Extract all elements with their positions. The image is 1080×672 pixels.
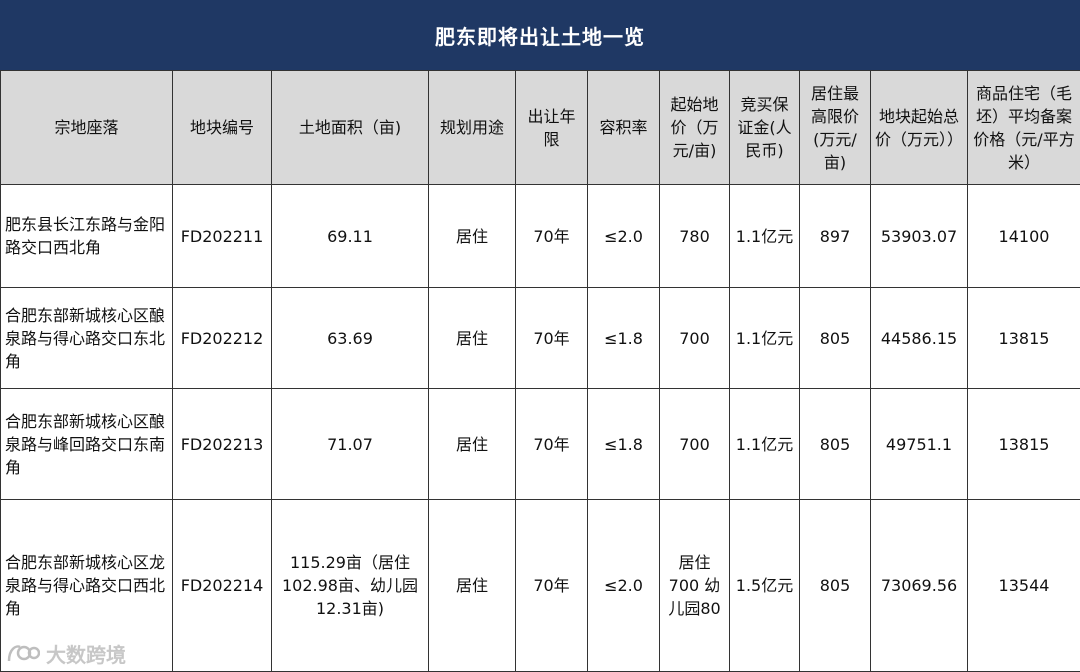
cell-code: FD202212 [172, 287, 272, 389]
cell-max-price: 897 [799, 184, 871, 288]
cell-use: 居住 [428, 388, 516, 500]
cell-area: 115.29亩（居住102.98亩、幼儿园12.31亩) [271, 499, 429, 672]
cell-deposit: 1.1亿元 [729, 388, 800, 500]
cell-far: ≤2.0 [587, 499, 660, 672]
cell-avg-price: 13815 [967, 388, 1080, 500]
cell-total-price: 73069.56 [870, 499, 968, 672]
cell-term: 70年 [515, 388, 588, 500]
table-row: 合肥东部新城核心区酿泉路与峰回路交口东南角 FD202213 71.07 居住 … [0, 388, 1080, 500]
cell-avg-price: 13815 [967, 287, 1080, 389]
cell-start-price: 700 [659, 287, 730, 389]
header-max-price: 居住最高限价(万元/亩) [799, 70, 871, 185]
cell-deposit: 1.1亿元 [729, 287, 800, 389]
cell-term: 70年 [515, 184, 588, 288]
cell-location: 合肥东部新城核心区酿泉路与峰回路交口东南角 [0, 388, 173, 500]
cell-start-price: 700 [659, 388, 730, 500]
cell-term: 70年 [515, 499, 588, 672]
title-text: 肥东即将出让土地一览 [435, 24, 645, 49]
cell-deposit: 1.5亿元 [729, 499, 800, 672]
header-avg-price: 商品住宅（毛坯）平均备案价格（元/平方米） [967, 70, 1080, 185]
cell-avg-price: 13544 [967, 499, 1080, 672]
cell-far: ≤2.0 [587, 184, 660, 288]
cell-use: 居住 [428, 499, 516, 672]
header-row: 宗地座落 地块编号 土地面积（亩) 规划用途 出让年限 容积率 起始地价（万元/… [0, 70, 1080, 185]
cell-code: FD202211 [172, 184, 272, 288]
cell-far: ≤1.8 [587, 287, 660, 389]
cell-max-price: 805 [799, 388, 871, 500]
cell-start-price: 居住700 幼儿园80 [659, 499, 730, 672]
cell-term: 70年 [515, 287, 588, 389]
cell-location: 肥东县长江东路与金阳路交口西北角 [0, 184, 173, 288]
cell-max-price: 805 [799, 287, 871, 389]
brand-logo-icon [6, 641, 40, 665]
cell-deposit: 1.1亿元 [729, 184, 800, 288]
cell-area: 69.11 [271, 184, 429, 288]
header-deposit: 竞买保证金(人民币) [729, 70, 800, 185]
header-start-price: 起始地价（万元/亩) [659, 70, 730, 185]
cell-use: 居住 [428, 184, 516, 288]
cell-code: FD202214 [172, 499, 272, 672]
cell-code: FD202213 [172, 388, 272, 500]
header-use: 规划用途 [428, 70, 516, 185]
cell-max-price: 805 [799, 499, 871, 672]
header-term: 出让年限 [515, 70, 588, 185]
header-far: 容积率 [587, 70, 660, 185]
cell-area: 63.69 [271, 287, 429, 389]
table-row: 肥东县长江东路与金阳路交口西北角 FD202211 69.11 居住 70年 ≤… [0, 184, 1080, 288]
watermark-text: 大数跨境 [46, 642, 126, 667]
cell-start-price: 780 [659, 184, 730, 288]
cell-area: 71.07 [271, 388, 429, 500]
land-table: 宗地座落 地块编号 土地面积（亩) 规划用途 出让年限 容积率 起始地价（万元/… [0, 70, 1080, 672]
header-area: 土地面积（亩) [271, 70, 429, 185]
header-code: 地块编号 [172, 70, 272, 185]
table-title: 肥东即将出让土地一览 [0, 0, 1080, 70]
cell-total-price: 44586.15 [870, 287, 968, 389]
table-row: 合肥东部新城核心区龙泉路与得心路交口西北角 FD202214 115.29亩（居… [0, 499, 1080, 672]
cell-avg-price: 14100 [967, 184, 1080, 288]
table-row: 合肥东部新城核心区酿泉路与得心路交口东北角 FD202212 63.69 居住 … [0, 287, 1080, 389]
cell-location: 合肥东部新城核心区酿泉路与得心路交口东北角 [0, 287, 173, 389]
watermark: 大数跨境 [6, 640, 126, 667]
header-location: 宗地座落 [0, 70, 173, 185]
header-total-price: 地块起始总价（万元）） [870, 70, 968, 185]
cell-total-price: 53903.07 [870, 184, 968, 288]
cell-total-price: 49751.1 [870, 388, 968, 500]
cell-far: ≤1.8 [587, 388, 660, 500]
cell-use: 居住 [428, 287, 516, 389]
